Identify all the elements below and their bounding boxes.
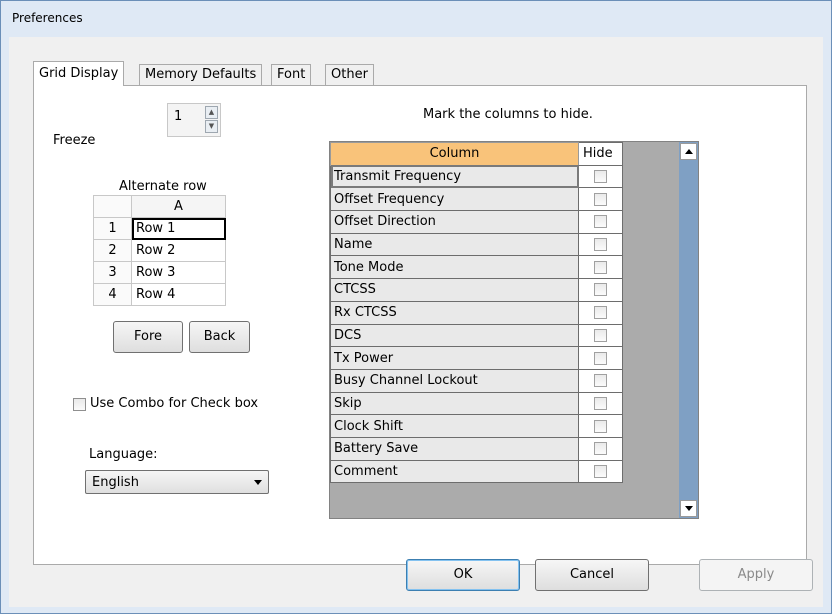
alternate-row-2[interactable]: 2 Row 2	[93, 239, 226, 262]
hide-checkbox[interactable]	[594, 374, 607, 388]
row-cell[interactable]: Row 2	[131, 239, 226, 262]
alternate-row-grid: A 1 Row 1 2 Row 2 3 Row 3 4 Row 4	[93, 195, 226, 306]
grid-corner-cell	[93, 195, 132, 218]
freeze-label: Freeze	[53, 133, 96, 148]
column-name: Offset Frequency	[330, 187, 579, 212]
column-name: Comment	[330, 459, 579, 484]
window-frame-right	[823, 37, 831, 607]
alternate-row-4[interactable]: 4 Row 4	[93, 283, 226, 306]
tab-grid-display[interactable]: Grid Display	[33, 61, 125, 86]
alternate-row-3[interactable]: 3 Row 3	[93, 261, 226, 284]
window-title: Preferences	[12, 11, 83, 25]
column-name: Offset Direction	[330, 210, 579, 234]
vertical-scrollbar[interactable]	[679, 142, 698, 518]
column-name: Battery Save	[330, 436, 579, 461]
freeze-spinner[interactable]: 1 ▲ ▼	[167, 103, 221, 137]
column-name: Transmit Frequency	[330, 164, 579, 189]
fore-button[interactable]: Fore	[113, 321, 183, 353]
row-cell[interactable]: Row 3	[131, 261, 226, 284]
hide-checkbox[interactable]	[594, 283, 607, 297]
tab-other[interactable]: Other	[325, 64, 374, 85]
title-bar[interactable]: Preferences	[1, 1, 831, 37]
use-combo-checkbox[interactable]	[73, 398, 86, 411]
table-row[interactable]: Busy Channel Lockout	[330, 368, 623, 393]
column-name: Clock Shift	[330, 414, 579, 438]
column-header: Column	[330, 142, 579, 166]
table-row[interactable]: Comment	[330, 459, 623, 484]
row-number: 1	[93, 217, 132, 240]
column-name: Tx Power	[330, 346, 579, 370]
table-row[interactable]: Skip	[330, 391, 623, 416]
grid-column-header: A	[131, 195, 226, 218]
hide-checkbox[interactable]	[594, 351, 607, 365]
language-value: English	[92, 475, 139, 490]
hide-checkbox[interactable]	[594, 464, 607, 478]
hide-checkbox[interactable]	[594, 306, 607, 320]
column-name: Skip	[330, 391, 579, 416]
table-row[interactable]: Clock Shift	[330, 414, 623, 438]
table-row[interactable]: DCS	[330, 323, 623, 348]
tab-font[interactable]: Font	[271, 64, 312, 85]
row-number: 3	[93, 261, 132, 284]
hide-header: Hide	[578, 142, 623, 166]
table-row[interactable]: Name	[330, 232, 623, 257]
chevron-down-icon	[254, 480, 262, 485]
table-row[interactable]: CTCSS	[330, 278, 623, 302]
row-number: 4	[93, 283, 132, 306]
hide-columns-instruction: Mark the columns to hide.	[423, 107, 593, 122]
row-number: 2	[93, 239, 132, 262]
ok-button[interactable]: OK	[406, 559, 520, 591]
hide-checkbox[interactable]	[594, 170, 607, 184]
back-button[interactable]: Back	[189, 321, 250, 353]
hide-checkbox[interactable]	[594, 442, 607, 456]
use-combo-label: Use Combo for Check box	[90, 396, 259, 411]
hide-checkbox[interactable]	[594, 396, 607, 410]
hide-columns-grid[interactable]: Column Hide Transmit Frequency Offset Fr…	[329, 141, 699, 519]
hide-checkbox[interactable]	[594, 328, 607, 342]
alternate-row-1[interactable]: 1 Row 1	[93, 217, 226, 240]
scroll-down-arrow-icon[interactable]	[680, 500, 697, 517]
alternate-row-title: Alternate row	[119, 179, 207, 194]
dialog-client-area: Grid Display Memory Defaults Font Other …	[9, 37, 823, 607]
column-name: DCS	[330, 323, 579, 348]
freeze-value: 1	[174, 109, 183, 124]
hide-checkbox[interactable]	[594, 215, 607, 229]
window-frame-left	[1, 37, 9, 607]
row-cell[interactable]: Row 4	[131, 283, 226, 306]
hide-checkbox[interactable]	[594, 192, 607, 206]
apply-button[interactable]: Apply	[699, 559, 813, 591]
column-name: Busy Channel Lockout	[330, 368, 579, 393]
cancel-button[interactable]: Cancel	[535, 559, 649, 591]
language-select[interactable]: English	[85, 470, 269, 494]
hide-checkbox[interactable]	[594, 238, 607, 252]
table-row[interactable]: Battery Save	[330, 436, 623, 461]
table-row[interactable]: Tx Power	[330, 346, 623, 370]
scroll-up-arrow-icon[interactable]	[680, 143, 697, 160]
tab-memory-defaults[interactable]: Memory Defaults	[139, 64, 263, 85]
row-cell[interactable]: Row 1	[131, 217, 226, 240]
spin-down-arrow-icon[interactable]: ▼	[205, 120, 218, 133]
language-label: Language:	[89, 447, 158, 462]
table-row[interactable]: Offset Direction	[330, 210, 623, 234]
spin-up-arrow-icon[interactable]: ▲	[205, 106, 218, 119]
table-row[interactable]: Offset Frequency	[330, 187, 623, 212]
table-row[interactable]: Transmit Frequency	[330, 164, 623, 189]
table-row[interactable]: Tone Mode	[330, 255, 623, 280]
column-name: Rx CTCSS	[330, 300, 579, 325]
preferences-window: Preferences Grid Display Memory Defaults…	[0, 0, 832, 614]
column-name: CTCSS	[330, 278, 579, 302]
table-row[interactable]: Rx CTCSS	[330, 300, 623, 325]
hide-checkbox[interactable]	[594, 260, 607, 274]
column-name: Name	[330, 232, 579, 257]
column-name: Tone Mode	[330, 255, 579, 280]
hide-checkbox[interactable]	[594, 419, 607, 433]
